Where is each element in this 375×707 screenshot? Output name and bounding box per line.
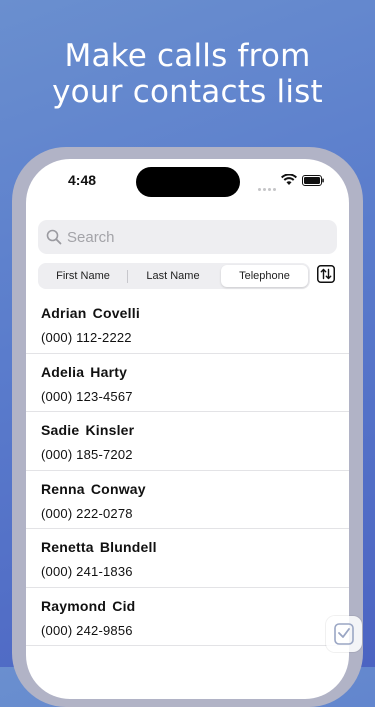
search-placeholder: Search: [67, 229, 115, 246]
segment-first-name[interactable]: First Name: [40, 265, 126, 287]
contact-name: Adelia Harty: [41, 363, 128, 380]
contact-row[interactable]: Adelia Harty (000) 123-4567: [26, 354, 349, 412]
sort-arrows-icon[interactable]: [317, 265, 335, 283]
contact-phone[interactable]: (000) 241-1836: [41, 564, 133, 579]
headline: Make calls from your contacts list: [0, 38, 375, 110]
segment-last-name[interactable]: Last Name: [129, 265, 217, 287]
wifi-icon: [281, 174, 297, 185]
contact-phone[interactable]: (000) 222-0278: [41, 506, 133, 521]
search-icon: [46, 229, 62, 245]
contact-name: Adrian Covelli: [41, 305, 140, 321]
battery-icon: [302, 175, 324, 186]
contact-phone[interactable]: (000) 123-4567: [41, 389, 133, 404]
badge-glyph-icon: [334, 623, 354, 645]
contact-name: Renna Conway: [41, 480, 146, 497]
sort-segmented-control: First Name Last Name Telephone: [38, 263, 310, 289]
contact-phone[interactable]: (000) 185-7202: [41, 447, 133, 462]
contact-row[interactable]: Renna Conway (000) 222-0278: [26, 471, 349, 529]
contact-phone[interactable]: (000) 112-2222: [41, 330, 132, 345]
status-time: 4:48: [68, 172, 97, 188]
headline-line-2: your contacts list: [52, 74, 323, 110]
headline-line-1: Make calls from: [64, 38, 311, 74]
signal-icon: [258, 178, 278, 196]
search-field[interactable]: Search: [38, 220, 337, 254]
segment-divider: [127, 270, 128, 283]
segment-telephone[interactable]: Telephone: [221, 265, 308, 287]
contact-name: Raymond Cid: [41, 597, 136, 614]
phone-screen: 4:48 Search First Name Last Name Telepho…: [26, 159, 349, 699]
contact-row[interactable]: Adrian Covelli (000) 112-2222: [26, 295, 349, 354]
app-store-badge-icon: [326, 616, 362, 652]
contact-name: Sadie Kinsler: [41, 422, 135, 438]
contacts-list: Adrian Covelli (000) 112-2222 Adelia Har…: [26, 295, 349, 646]
contact-name: Renetta Blundell: [41, 539, 157, 555]
contact-row[interactable]: Renetta Blundell (000) 241-1836: [26, 529, 349, 588]
contact-phone[interactable]: (000) 242-9856: [41, 623, 133, 638]
contact-row[interactable]: Raymond Cid (000) 242-9856: [26, 588, 349, 646]
contact-row[interactable]: Sadie Kinsler (000) 185-7202: [26, 412, 349, 471]
dynamic-island: [136, 167, 240, 197]
